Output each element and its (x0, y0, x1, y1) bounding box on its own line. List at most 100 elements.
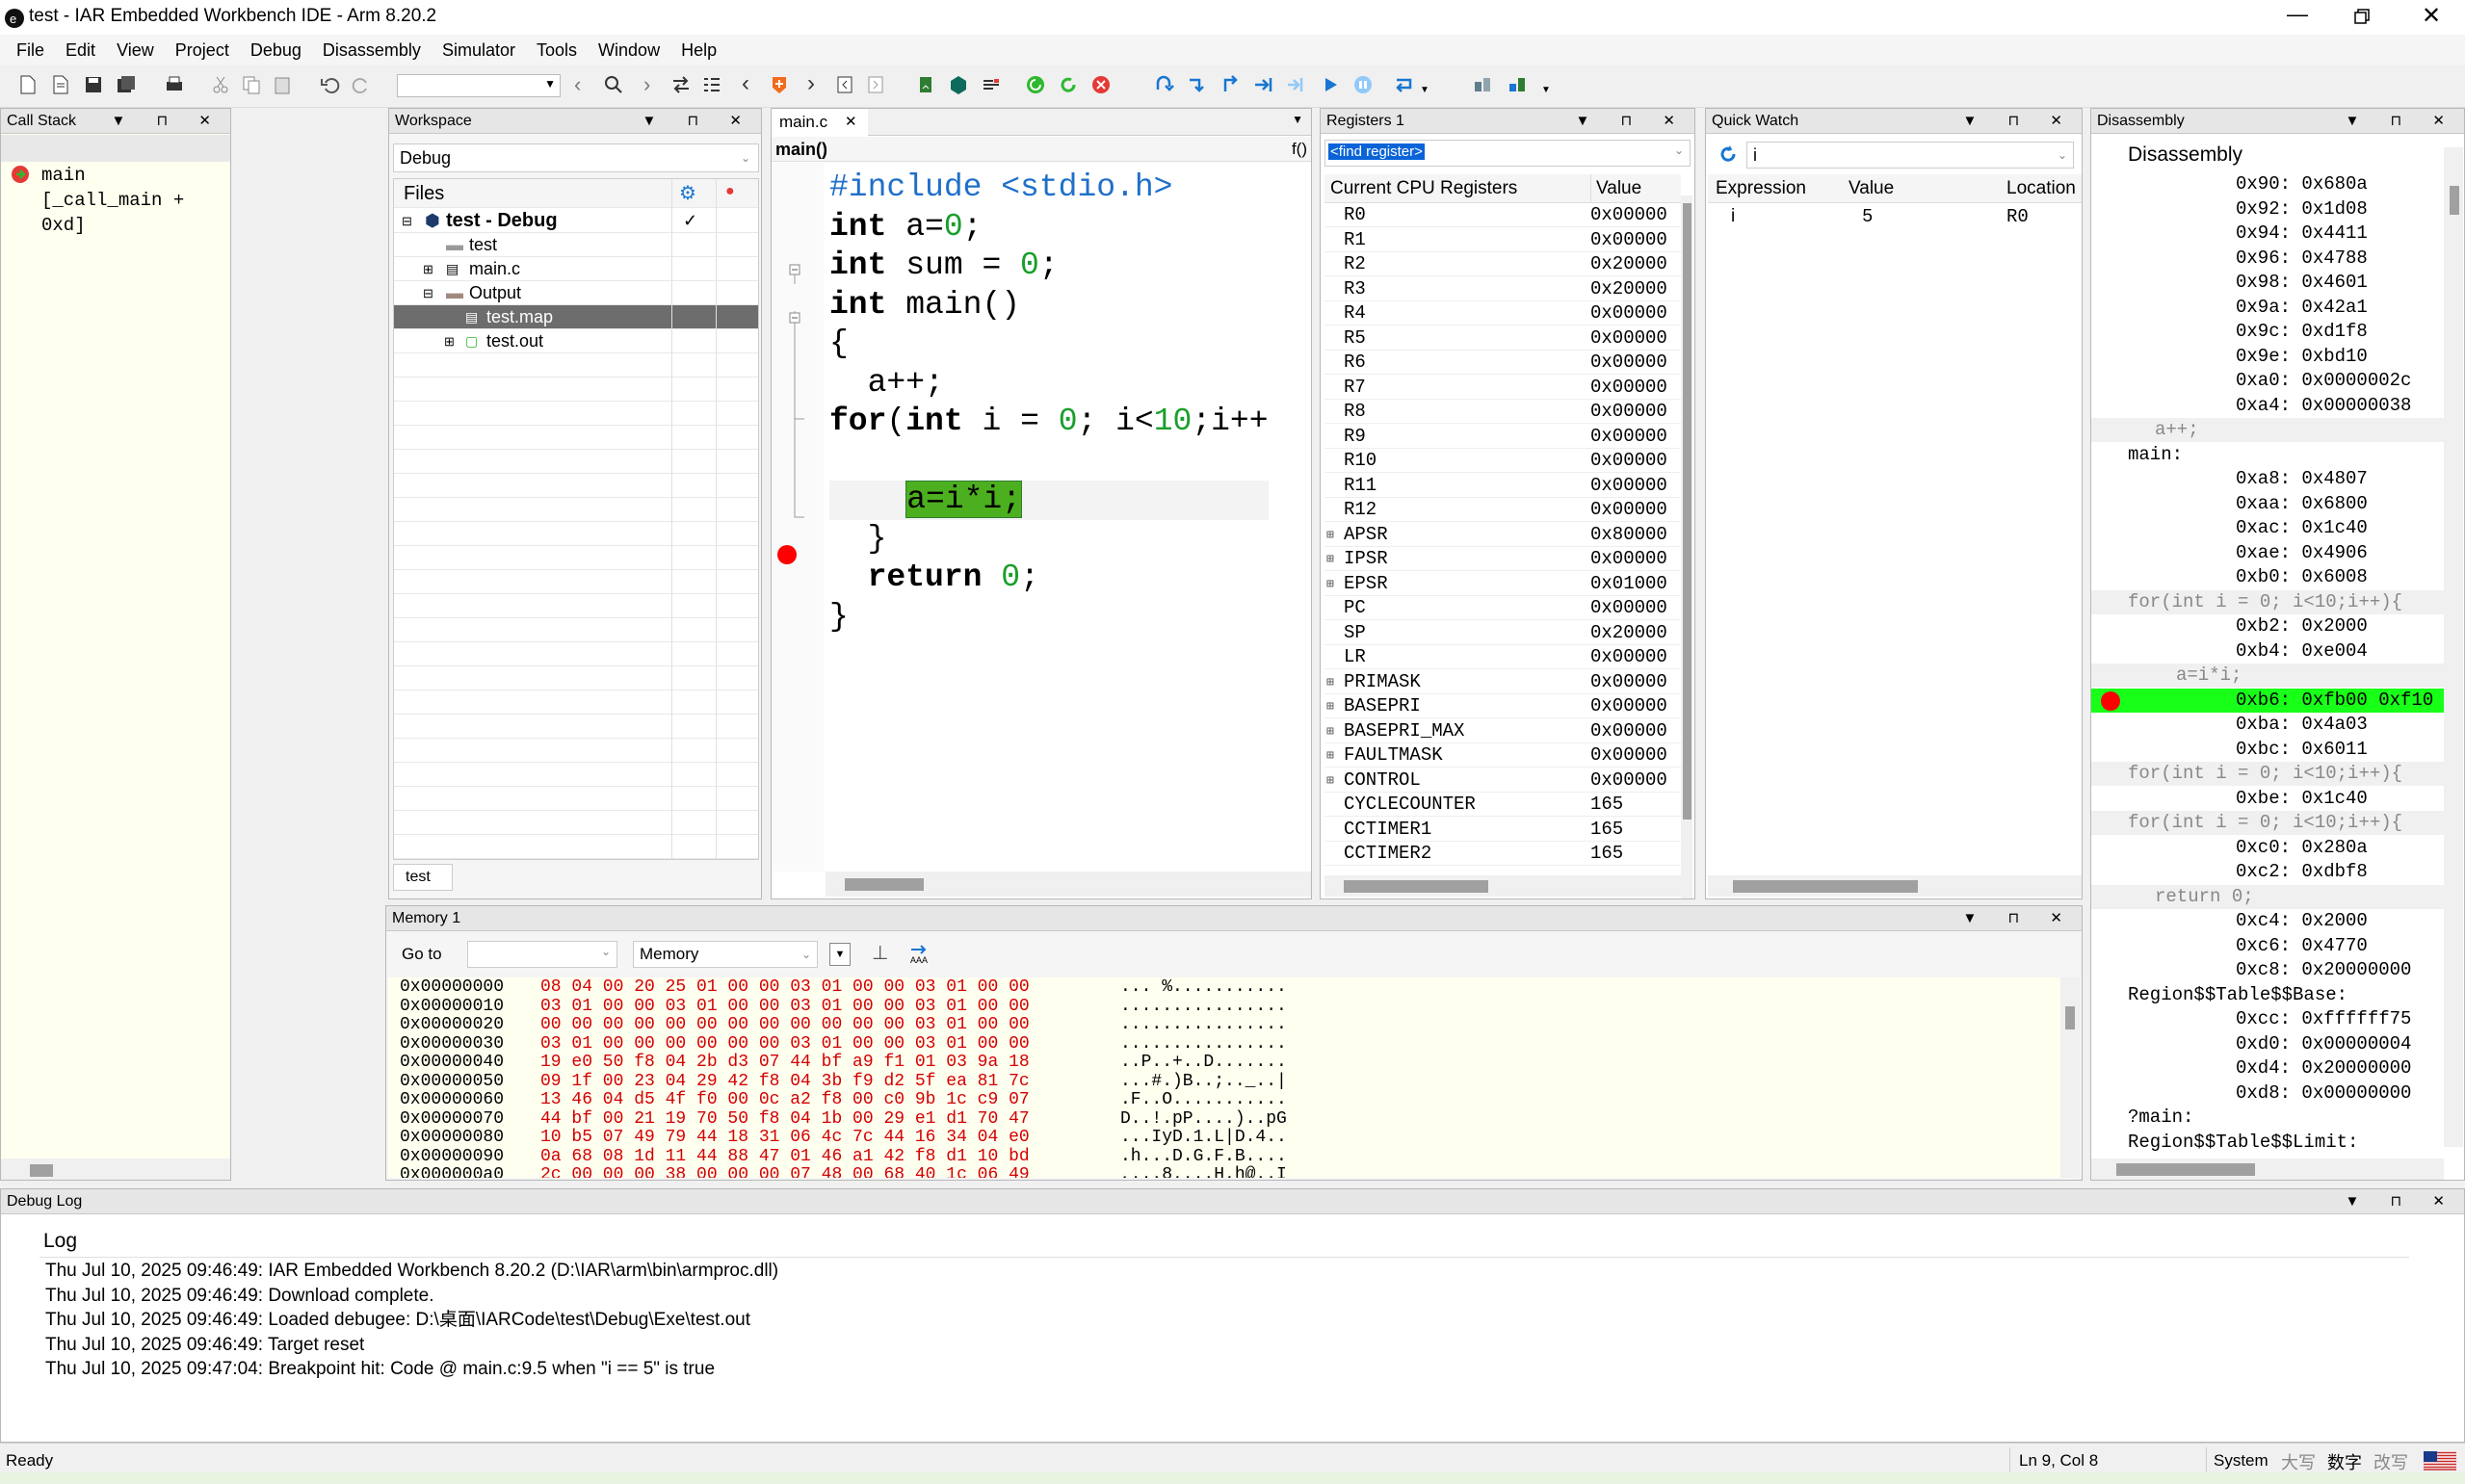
next-bookmark-icon[interactable]: › (807, 70, 815, 97)
step-over-icon[interactable] (1154, 74, 1175, 95)
instruction-line[interactable]: 0x94: 0x4411 (2091, 221, 2444, 246)
find-previous-icon[interactable]: ‹ (574, 72, 581, 97)
disassembly-hscrollbar[interactable] (2091, 1159, 2444, 1180)
quick-watch-expression-input[interactable]: i ⌄ (1746, 142, 2074, 169)
expand-icon[interactable]: ⊞ (1326, 719, 1334, 743)
current-instruction[interactable]: 0xb6: 0xfb00 0xf10 (2091, 688, 2444, 713)
stop-debugging-icon[interactable] (1090, 74, 1112, 95)
registers-hscrollbar[interactable] (1324, 875, 1681, 897)
menu-debug[interactable]: Debug (250, 35, 302, 65)
register-row[interactable]: ⊞ FAULTMASK 0x00000 (1324, 743, 1681, 768)
panel-controls[interactable]: ▼ ⊓ ✕ (112, 109, 224, 134)
instruction-line[interactable]: 0x92: 0x1d08 (2091, 197, 2444, 221)
save-all-icon[interactable] (116, 74, 137, 95)
menu-disassembly[interactable]: Disassembly (323, 35, 421, 65)
expand-icon[interactable]: ⊞ (1326, 572, 1334, 596)
instruction-line[interactable]: 0xb4: 0xe004 (2091, 639, 2444, 664)
close-tab-icon[interactable]: ✕ (845, 109, 857, 136)
instruction-line[interactable]: 0xa8: 0x4807 (2091, 467, 2444, 491)
cut-icon[interactable] (210, 74, 231, 95)
register-row[interactable]: R1 0x00000 (1324, 228, 1681, 252)
find-combo[interactable]: ▼ (397, 74, 561, 97)
panel-controls[interactable]: ▼ ⊓ ✕ (2346, 1189, 2458, 1214)
code-line[interactable]: int a=0; (829, 208, 1269, 247)
function-list-button[interactable]: f() (1292, 140, 1307, 159)
previous-bookmark-icon[interactable]: ‹ (742, 70, 749, 97)
tree-item-project[interactable]: ⊟ ⬢ test - Debug ✓ (394, 209, 758, 233)
register-row[interactable]: R11 0x00000 (1324, 474, 1681, 498)
register-row[interactable]: R7 0x00000 (1324, 376, 1681, 400)
register-row[interactable]: R12 0x00000 (1324, 498, 1681, 522)
find-register-combo[interactable]: <find register> ⌄ (1324, 140, 1691, 167)
call-stack-return-icon[interactable] (1393, 74, 1414, 95)
register-row[interactable]: R9 0x00000 (1324, 425, 1681, 449)
editor-hscrollbar[interactable] (826, 872, 1311, 897)
menu-project[interactable]: Project (175, 35, 229, 65)
menu-file[interactable]: File (16, 35, 44, 65)
toggle-bookmark-icon[interactable] (701, 74, 722, 95)
next-statement-icon[interactable] (1252, 74, 1273, 95)
display-format-button[interactable]: ▼ (829, 943, 851, 966)
instruction-line[interactable]: 0xac: 0x1c40 (2091, 516, 2444, 540)
tab-test[interactable]: test (393, 864, 453, 891)
menu-window[interactable]: Window (598, 35, 660, 65)
code-line[interactable]: int main() (829, 286, 1269, 325)
menu-edit[interactable]: Edit (66, 35, 95, 65)
tab-list-icon[interactable]: ▼ (1292, 113, 1303, 126)
find-next-icon[interactable]: › (643, 72, 650, 97)
compile-icon[interactable] (915, 74, 936, 95)
menu-view[interactable]: View (117, 35, 154, 65)
go-icon[interactable] (1320, 74, 1341, 95)
register-row[interactable]: R2 0x20000 (1324, 252, 1681, 276)
code-line[interactable]: } (829, 598, 1269, 638)
search-icon[interactable] (603, 74, 624, 95)
print-icon[interactable] (164, 74, 185, 95)
register-row[interactable]: ⊞ PRIMASK 0x00000 (1324, 670, 1681, 694)
source-line[interactable]: for(int i = 0; i<10;i++){ (2091, 811, 2444, 835)
tree-item-file-selected[interactable]: ▤ test.map (394, 305, 758, 329)
refresh-icon[interactable] (1718, 143, 1739, 165)
instruction-line[interactable]: 0xc4: 0x2000 (2091, 909, 2444, 933)
view-windows-icon[interactable] (1472, 74, 1493, 95)
register-row[interactable]: CCTIMER2 165 (1324, 842, 1681, 866)
code-line[interactable] (829, 442, 1269, 482)
register-row[interactable]: ⊞ APSR 0x80000 (1324, 523, 1681, 547)
new-document-icon[interactable] (50, 74, 71, 95)
source-line[interactable]: a=i*i; (2091, 664, 2444, 688)
register-row[interactable]: R10 0x00000 (1324, 449, 1681, 473)
code-line[interactable]: for(int i = 0; i<10;i++ (829, 403, 1269, 442)
register-row[interactable]: ⊞ BASEPRI_MAX 0x00000 (1324, 719, 1681, 743)
memory-grid[interactable]: 0x00000000 08 04 00 20 25 01 00 00 03 01 … (388, 977, 2060, 1178)
menu-help[interactable]: Help (681, 35, 717, 65)
restore-icon[interactable] (2353, 8, 2371, 25)
panel-controls[interactable]: ▼ ⊓ ✕ (642, 109, 755, 134)
breakpoint-icon[interactable] (776, 544, 798, 565)
code-line[interactable]: a++; (829, 364, 1269, 404)
code-line[interactable]: { (829, 325, 1269, 364)
menu-tools[interactable]: Tools (537, 35, 577, 65)
horizontal-scrollbar[interactable] (1, 1159, 230, 1180)
step-into-icon[interactable] (1187, 74, 1208, 95)
register-row[interactable]: R3 0x20000 (1324, 277, 1681, 301)
instruction-line[interactable]: 0xbc: 0x6011 (2091, 738, 2444, 762)
instruction-line[interactable]: 0xba: 0x4a03 (2091, 713, 2444, 737)
download-and-debug-icon[interactable] (1025, 74, 1046, 95)
register-row[interactable]: CCTIMER1 165 (1324, 818, 1681, 842)
instruction-line[interactable]: 0x9e: 0xbd10 (2091, 345, 2444, 369)
register-row[interactable]: R6 0x00000 (1324, 351, 1681, 375)
expand-icon[interactable]: ⊞ (1326, 670, 1334, 694)
break-icon[interactable] (1352, 74, 1374, 95)
panel-controls[interactable]: ▼ ⊓ ✕ (1576, 109, 1689, 134)
instruction-line[interactable]: 0xc6: 0x4770 (2091, 934, 2444, 958)
tab-main-c[interactable]: main.c ✕ (772, 109, 868, 136)
instruction-line[interactable]: 0x98: 0x4601 (2091, 271, 2444, 295)
instruction-line[interactable]: 0xa4: 0x00000038 (2091, 394, 2444, 418)
source-line[interactable]: for(int i = 0; i<10;i++){ (2091, 589, 2444, 614)
goto-input[interactable]: ⌄ (467, 941, 617, 968)
toolbar-overflow-icon[interactable]: ▼ (1541, 85, 1551, 95)
code-area[interactable]: #include <stdio.h> int a=0; int sum = 0; in… (829, 169, 1269, 637)
label-line[interactable]: Region$$Table$$Base: (2091, 983, 2444, 1007)
label-line[interactable]: Region$$Table$$Limit: (2091, 1131, 2444, 1155)
source-line[interactable]: for(int i = 0; i<10;i++){ (2091, 762, 2444, 786)
navigate-forward-icon[interactable] (865, 74, 886, 95)
